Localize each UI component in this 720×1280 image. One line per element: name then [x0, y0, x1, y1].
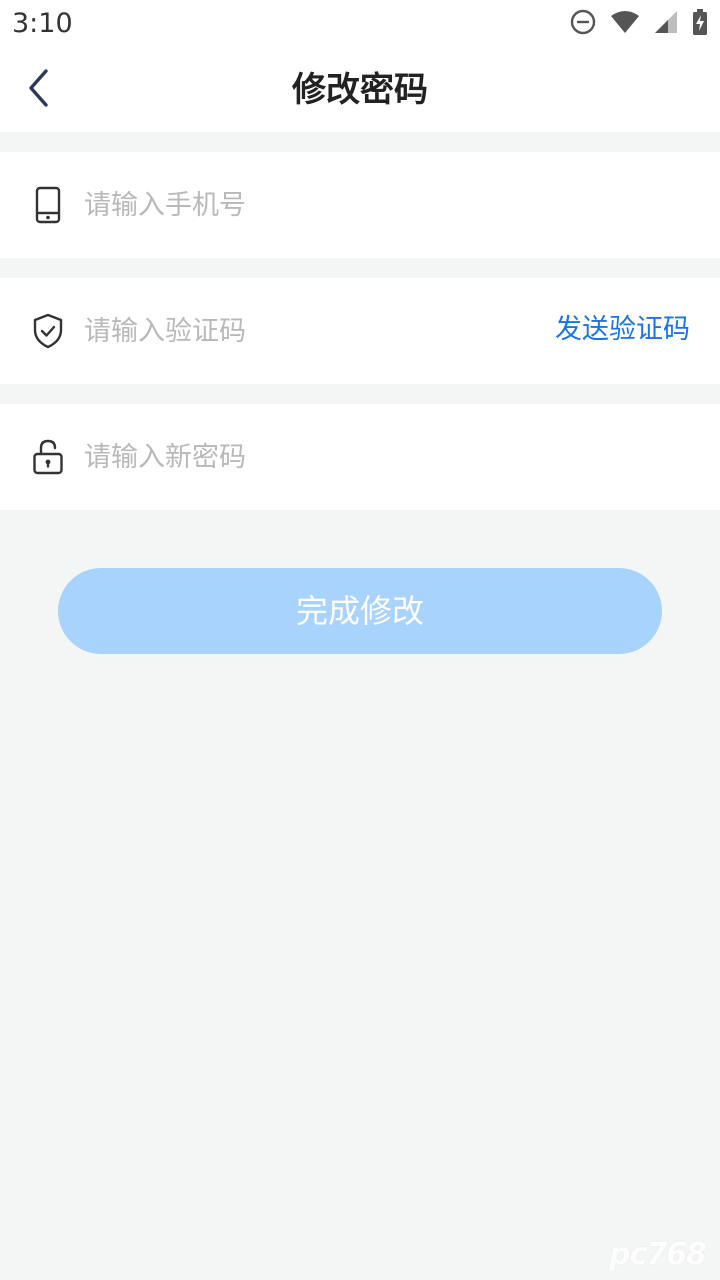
password-field-row: [0, 404, 720, 510]
page-title: 修改密码: [292, 70, 428, 110]
status-icons: [570, 9, 708, 39]
new-password-input[interactable]: [84, 434, 524, 480]
wifi-icon: [610, 10, 640, 38]
battery-charging-icon: [692, 9, 708, 39]
phone-field-row: [0, 152, 720, 258]
nav-bar: 修改密码: [0, 48, 720, 132]
phone-input[interactable]: [84, 182, 524, 228]
code-field-row: 发送验证码: [0, 278, 720, 384]
submit-button[interactable]: 完成修改: [58, 568, 662, 654]
phone-icon: [30, 186, 66, 224]
status-bar: 3:10: [0, 0, 720, 48]
shield-check-icon: [30, 313, 66, 349]
cell-signal-icon: [654, 10, 678, 38]
do-not-disturb-icon: [570, 9, 596, 39]
lock-icon: [30, 439, 66, 475]
watermark: pc768: [609, 1237, 707, 1272]
code-input[interactable]: [84, 308, 504, 354]
status-time: 3:10: [12, 8, 73, 39]
send-code-button[interactable]: 发送验证码: [555, 310, 690, 350]
